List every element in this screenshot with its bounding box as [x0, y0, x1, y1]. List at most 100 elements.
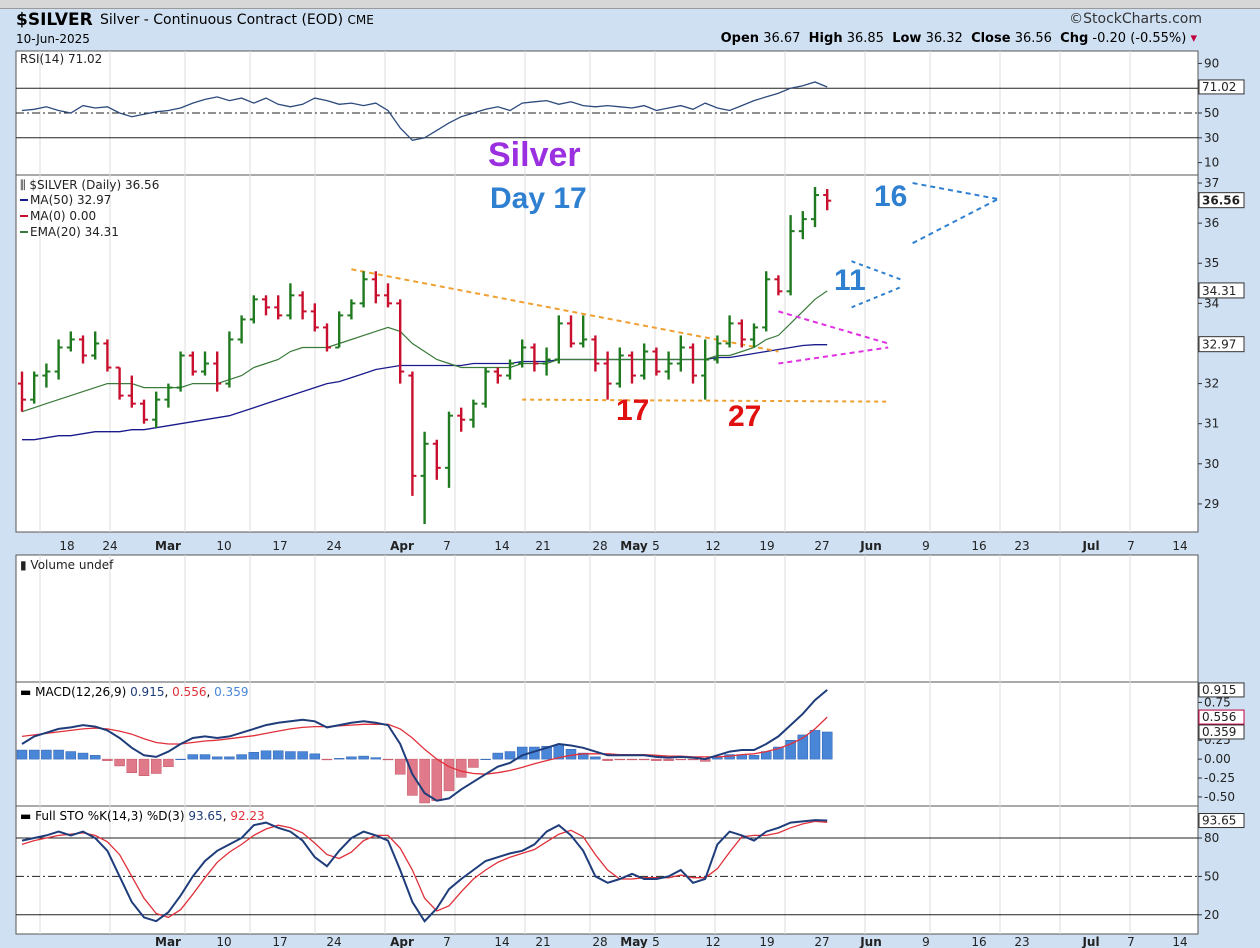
macd-histogram-bar [431, 758, 443, 801]
bottom-x-axis-label: 5 [652, 935, 660, 948]
macd-histogram-bar [150, 758, 162, 774]
macd-histogram-bar [748, 755, 760, 760]
bottom-x-axis-label: 10 [216, 935, 231, 948]
price-tick-label: 32 [1204, 377, 1219, 391]
macd-histogram-bar [480, 758, 491, 760]
macd-histogram-bar [285, 751, 296, 760]
rsi-last-value: 71.02 [1202, 80, 1236, 94]
x-axis-label: 14 [494, 539, 509, 553]
macd-histogram-bar [28, 749, 40, 760]
sto-d-legend-value: 92.23 [230, 809, 264, 823]
price-tick-label: 29 [1204, 497, 1219, 511]
macd-histogram-bar [565, 749, 577, 760]
macd-histogram-bar [602, 758, 613, 761]
bottom-x-axis-label: 17 [272, 935, 287, 948]
macd-histogram-bar [41, 749, 52, 760]
macd-tick-label: 0.00 [1204, 752, 1231, 766]
macd-histogram-bar [712, 757, 723, 760]
macd-histogram-bar [175, 758, 186, 760]
macd-histogram-bar [821, 731, 833, 760]
volume-legend: ▮ Volume undef [20, 558, 114, 572]
bottom-x-axis-label: 28 [592, 935, 607, 948]
x-axis-label: May [620, 539, 648, 553]
x-axis-label: 7 [1127, 539, 1135, 553]
macd-histogram-bar [89, 755, 101, 760]
x-axis-label: 27 [814, 539, 829, 553]
bottom-x-axis-label: May [620, 935, 648, 948]
macd-histogram-bar [455, 758, 467, 778]
macd-histogram-bar [272, 750, 284, 760]
macd-histogram-bar [163, 758, 174, 767]
histogram-legend-value: 0.359 [214, 685, 248, 699]
macd-histogram-bar [492, 752, 504, 760]
bottom-x-axis-label: 21 [535, 935, 550, 948]
macd-histogram-bar [663, 758, 674, 761]
macd-histogram-bar [626, 758, 638, 761]
sto-tick-label: 20 [1204, 908, 1219, 922]
sto-tick-label: 50 [1204, 869, 1219, 883]
bottom-x-axis-label: 27 [814, 935, 829, 948]
bottom-x-axis-label: Jun [859, 935, 882, 948]
annotation-label: 11 [834, 264, 866, 297]
x-axis-label: Jul [1081, 539, 1099, 553]
rsi-legend: RSI(14) 71.02 [20, 52, 102, 66]
annotation-label: 17 [616, 394, 649, 427]
rsi-tick-label: 90 [1204, 56, 1219, 70]
x-axis-label: 16 [971, 539, 986, 553]
x-axis-label: 7 [443, 539, 451, 553]
rsi-tick-label: 30 [1204, 131, 1219, 145]
macd-histogram-bar [687, 758, 699, 761]
x-axis-label: 24 [102, 539, 117, 553]
macd-histogram-bar [211, 756, 223, 760]
x-axis-label: 10 [216, 539, 231, 553]
x-axis-label: 24 [326, 539, 341, 553]
ema20-last-value: 34.31 [1202, 284, 1236, 298]
bottom-x-axis-label: 24 [326, 935, 341, 948]
macd-histogram-bar [114, 758, 125, 767]
macd-legend-label: ▬ MACD(12,26,9) [20, 685, 130, 699]
signal-legend-value: 0.556 [172, 685, 206, 699]
ma50-last-value: 32.97 [1202, 338, 1236, 352]
price-tick-label: 37 [1204, 176, 1219, 190]
rsi-tick-label: 10 [1204, 156, 1219, 170]
macd-histogram-bar [358, 755, 369, 760]
macd-histogram-bar [77, 752, 89, 760]
macd-histogram-bar [651, 758, 662, 761]
macd-histogram-bar [468, 758, 479, 768]
sep: , [223, 809, 231, 823]
price-last-value: 36.56 [1202, 194, 1240, 208]
price-tick-label: 36 [1204, 216, 1219, 230]
vol-panel [15, 554, 1199, 683]
annotation-label: 27 [728, 400, 761, 433]
macd-histogram-bar [675, 758, 687, 761]
macd-histogram-bar [309, 753, 321, 760]
x-axis-label: Apr [390, 539, 414, 553]
macd-histogram-bar [809, 730, 821, 760]
sto-k-legend-value: 93.65 [188, 809, 222, 823]
bottom-x-axis-label: 14 [1172, 935, 1187, 948]
x-axis-label: 19 [759, 539, 774, 553]
legend-ma50: MA(50) 32.97 [30, 193, 111, 207]
macd-histogram-bar [260, 750, 272, 760]
macd-histogram-bar [248, 752, 260, 760]
macd-legend: ▬ MACD(12,26,9) 0.915, 0.556, 0.359 [20, 685, 248, 699]
price-tick-label: 30 [1204, 457, 1219, 471]
sto-legend: ▬ Full STO %K(14,3) %D(3) 93.65, 92.23 [20, 809, 265, 823]
macd-histogram-bar [187, 754, 199, 760]
macd-histogram-bar [236, 754, 247, 760]
macd-histogram-bar [16, 749, 28, 760]
sto-tick-label: 80 [1204, 831, 1219, 845]
macd-histogram-bar [199, 754, 211, 760]
signal-last-value: 0.556 [1202, 710, 1236, 724]
sto-last-value: 93.65 [1202, 814, 1236, 828]
x-axis-label: 14 [1172, 539, 1187, 553]
macd-histogram-bar [53, 749, 64, 760]
macd-last-value: 0.915 [1202, 683, 1236, 697]
bottom-x-axis-label: 19 [759, 935, 774, 948]
macd-histogram-bar [590, 756, 601, 760]
bottom-x-axis-label: 16 [971, 935, 986, 948]
bottom-x-axis-label: 9 [922, 935, 930, 948]
sep: , [164, 685, 172, 699]
x-axis-label: 21 [535, 539, 550, 553]
macd-tick-label: -0.25 [1204, 771, 1235, 785]
